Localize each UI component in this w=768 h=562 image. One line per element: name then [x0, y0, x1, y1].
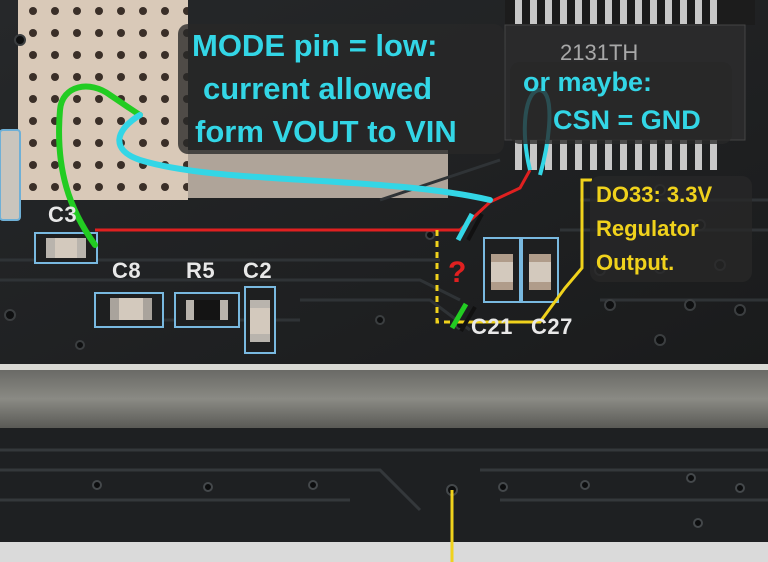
perforated-pad — [18, 0, 188, 200]
question-mark: ? — [448, 256, 467, 289]
mode-note-line-1: MODE pin = low: — [192, 28, 438, 63]
bottom-margin — [0, 542, 768, 562]
regulator-note-line-2: Regulator — [596, 216, 699, 241]
mode-note: MODE pin = low: current allowed form VOU… — [192, 24, 457, 153]
silk-c27: C27 — [531, 314, 573, 339]
edge-component — [0, 129, 21, 221]
silk-r5: R5 — [186, 258, 216, 283]
csn-note-line-1: or maybe: — [523, 67, 653, 97]
mode-note-line-2: current allowed — [203, 71, 433, 106]
lower-board — [0, 428, 768, 542]
regulator-note-line-3: Output. — [596, 250, 675, 275]
regulator-note: DO33: 3.3V Regulator Output. — [596, 178, 712, 280]
silk-c2: C2 — [243, 258, 273, 283]
board-edge — [0, 364, 768, 370]
csn-note: or maybe: CSN = GND — [523, 63, 701, 139]
mode-note-line-3: form VOUT to VIN — [195, 114, 457, 149]
silk-c8: C8 — [112, 258, 142, 283]
metal-surface — [0, 370, 768, 428]
regulator-note-line-1: DO33: 3.3V — [596, 182, 713, 207]
csn-note-line-2: CSN = GND — [553, 105, 701, 135]
pcb-photo: 2131TH C3 C8 R5 C2 C21 C27 MODE pin = lo… — [0, 0, 768, 562]
silk-c3: C3 — [48, 202, 78, 227]
silk-c21: C21 — [471, 314, 513, 339]
